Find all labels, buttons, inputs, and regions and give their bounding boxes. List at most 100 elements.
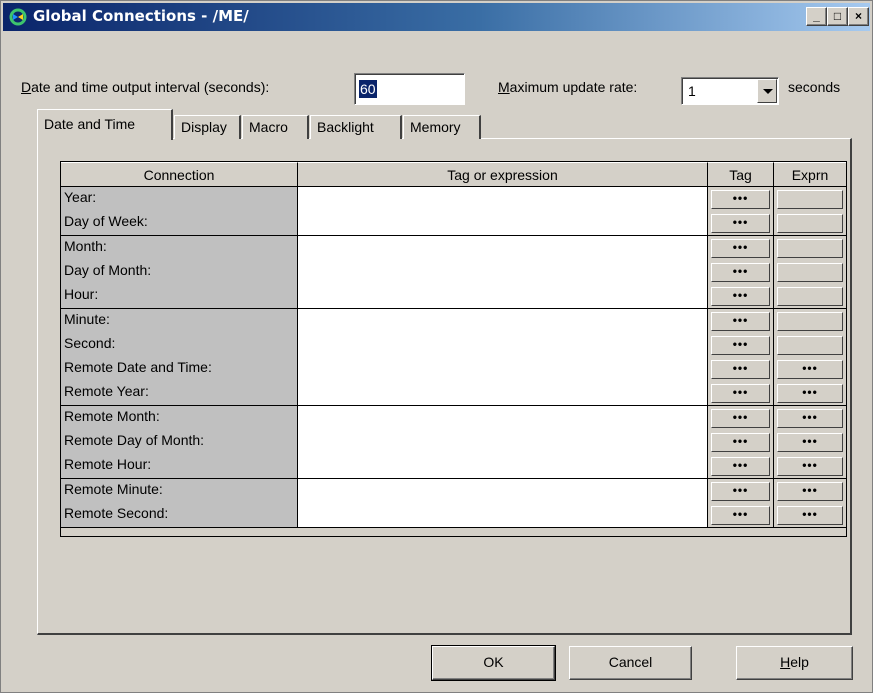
expression-button-empty xyxy=(777,335,843,355)
tag-browse-button[interactable]: ••• xyxy=(711,190,770,209)
tag-expression-field[interactable] xyxy=(298,405,708,431)
tag-browse-button[interactable]: ••• xyxy=(711,408,770,428)
tag-browse-button[interactable]: ••• xyxy=(711,262,770,282)
tag-cell: ••• xyxy=(708,332,774,358)
tag-cell: ••• xyxy=(708,235,774,261)
tag-cell: ••• xyxy=(708,430,774,455)
tag-browse-button[interactable]: ••• xyxy=(711,335,770,355)
connection-name: Month: xyxy=(61,235,298,261)
table-row: Day of Month: ••• xyxy=(61,259,846,285)
tag-cell: ••• xyxy=(708,502,774,528)
tag-browse-button[interactable]: ••• xyxy=(711,214,770,234)
tag-expression-field[interactable] xyxy=(298,478,708,504)
tag-browse-button[interactable]: ••• xyxy=(711,505,770,525)
rate-label: Maximum update rate: xyxy=(498,79,638,95)
dialog-window: Global Connections - /ME/ _ □ × Date and… xyxy=(0,0,873,693)
expression-browse-button[interactable]: ••• xyxy=(777,408,843,428)
tag-browse-button[interactable]: ••• xyxy=(711,433,770,452)
tag-expression-field[interactable] xyxy=(298,187,708,212)
tag-expression-field[interactable] xyxy=(298,430,708,455)
table-row: Remote Date and Time: ••• ••• xyxy=(61,357,846,383)
table-row: Remote Day of Month: ••• ••• xyxy=(61,430,846,455)
table-row: Remote Second: ••• ••• xyxy=(61,502,846,528)
connection-name: Remote Minute: xyxy=(61,478,298,504)
table-row: Year: ••• xyxy=(61,187,846,212)
cancel-button[interactable]: Cancel xyxy=(569,646,692,680)
rate-unit: seconds xyxy=(788,79,841,95)
exprn-cell xyxy=(774,308,846,334)
connection-name: Minute: xyxy=(61,308,298,334)
minimize-icon[interactable]: _ xyxy=(806,7,827,26)
tag-expression-field[interactable] xyxy=(298,308,708,334)
window-title: Global Connections - /ME/ xyxy=(33,7,249,25)
tab-macro[interactable]: Macro xyxy=(242,115,309,139)
table-row: Remote Hour: ••• ••• xyxy=(61,454,846,480)
exprn-cell: ••• xyxy=(774,430,846,455)
exprn-cell: ••• xyxy=(774,478,846,504)
exprn-cell xyxy=(774,284,846,310)
tag-cell: ••• xyxy=(708,259,774,285)
header-tag-or-expression: Tag or expression xyxy=(298,162,708,187)
tag-cell: ••• xyxy=(708,357,774,383)
title-bar[interactable]: Global Connections - /ME/ _ □ × xyxy=(3,3,870,31)
tag-browse-button[interactable]: ••• xyxy=(711,384,770,404)
tag-expression-field[interactable] xyxy=(298,235,708,261)
interval-input[interactable]: 60 xyxy=(354,73,465,105)
expression-browse-button[interactable]: ••• xyxy=(777,481,843,501)
tag-browse-button[interactable]: ••• xyxy=(711,311,770,331)
tag-browse-button[interactable]: ••• xyxy=(711,287,770,307)
tag-browse-button[interactable]: ••• xyxy=(711,360,770,380)
table-row: Remote Year: ••• ••• xyxy=(61,381,846,407)
tag-expression-field[interactable] xyxy=(298,381,708,407)
tab-date-and-time[interactable]: Date and Time xyxy=(37,109,173,140)
tag-expression-field[interactable] xyxy=(298,259,708,285)
exprn-cell: ••• xyxy=(774,381,846,407)
exprn-cell xyxy=(774,187,846,212)
tag-expression-field[interactable] xyxy=(298,454,708,480)
table-row: Month: ••• xyxy=(61,235,846,261)
table-row: Hour: ••• xyxy=(61,284,846,310)
rate-select[interactable]: 1 xyxy=(681,77,779,105)
app-icon xyxy=(9,8,27,26)
ok-button[interactable]: OK xyxy=(431,645,556,681)
tag-expression-field[interactable] xyxy=(298,357,708,383)
connection-name: Remote Day of Month: xyxy=(61,430,298,455)
tag-cell: ••• xyxy=(708,308,774,334)
connection-name: Remote Date and Time: xyxy=(61,357,298,383)
expression-browse-button[interactable]: ••• xyxy=(777,433,843,452)
tag-expression-field[interactable] xyxy=(298,211,708,237)
tab-memory[interactable]: Memory xyxy=(403,115,481,139)
close-icon[interactable]: × xyxy=(848,7,869,26)
expression-browse-button[interactable]: ••• xyxy=(777,384,843,404)
exprn-cell xyxy=(774,235,846,261)
expression-browse-button[interactable]: ••• xyxy=(777,457,843,477)
tag-expression-field[interactable] xyxy=(298,332,708,358)
connections-grid: Connection Tag or expression Tag Exprn Y… xyxy=(60,161,847,537)
tab-display[interactable]: Display xyxy=(174,115,241,139)
tag-cell: ••• xyxy=(708,381,774,407)
table-row: Minute: ••• xyxy=(61,308,846,334)
tag-cell: ••• xyxy=(708,478,774,504)
interval-value: 60 xyxy=(359,80,377,98)
connection-name: Remote Month: xyxy=(61,405,298,431)
expression-browse-button[interactable]: ••• xyxy=(777,360,843,380)
tab-backlight[interactable]: Backlight xyxy=(310,115,402,139)
tag-expression-field[interactable] xyxy=(298,502,708,528)
tag-browse-button[interactable]: ••• xyxy=(711,238,770,258)
table-row: Day of Week: ••• xyxy=(61,211,846,237)
expression-button-empty xyxy=(777,311,843,331)
tag-browse-button[interactable]: ••• xyxy=(711,481,770,501)
connection-name: Hour: xyxy=(61,284,298,310)
expression-button-empty xyxy=(777,238,843,258)
maximize-icon[interactable]: □ xyxy=(827,7,848,26)
tag-browse-button[interactable]: ••• xyxy=(711,457,770,477)
help-button[interactable]: Help xyxy=(736,646,853,680)
tag-expression-field[interactable] xyxy=(298,284,708,310)
exprn-cell: ••• xyxy=(774,405,846,431)
connection-name: Day of Month: xyxy=(61,259,298,285)
tag-cell: ••• xyxy=(708,284,774,310)
dropdown-arrow-icon[interactable] xyxy=(757,79,777,103)
expression-browse-button[interactable]: ••• xyxy=(777,505,843,525)
table-row: Remote Minute: ••• ••• xyxy=(61,478,846,504)
connection-name: Remote Second: xyxy=(61,502,298,528)
